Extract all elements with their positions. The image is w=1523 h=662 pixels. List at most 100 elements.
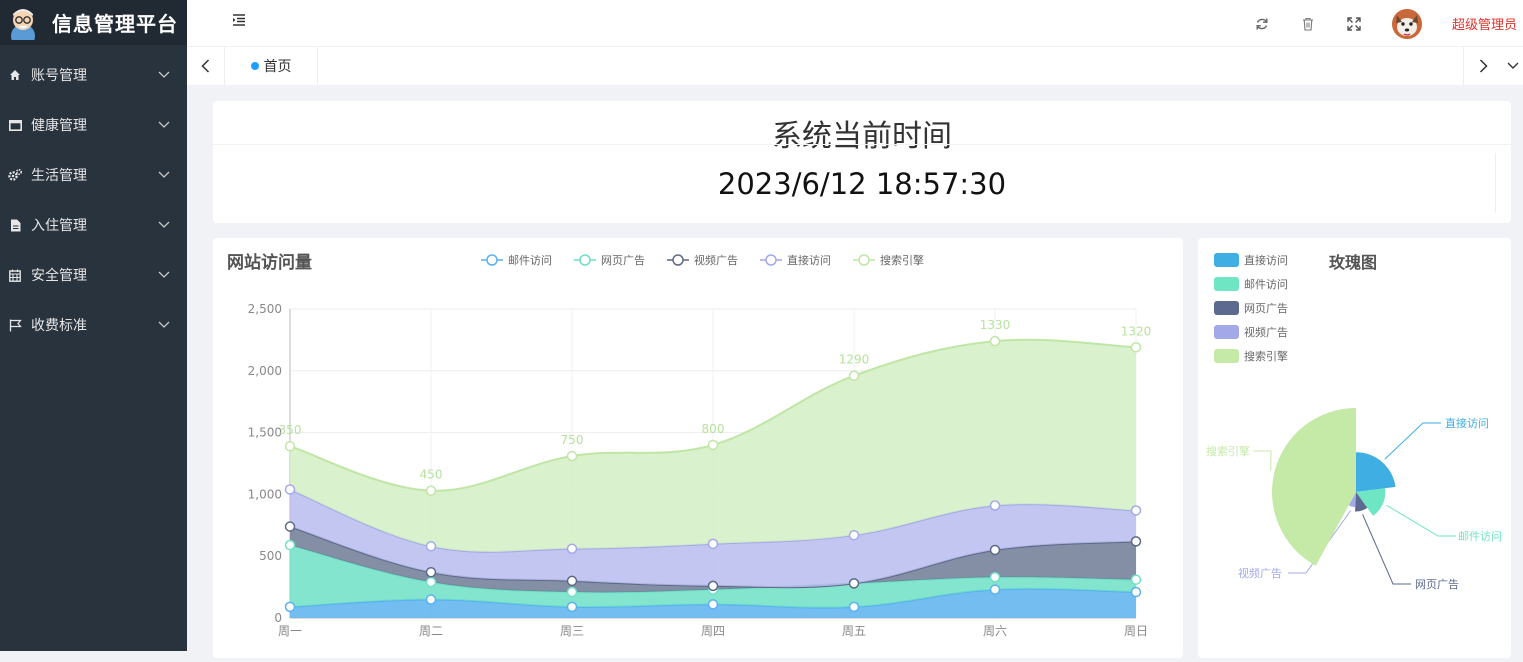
sidebar: 信息管理平台 账号管理 健康管理 生活管理 入住管理 安全管理 收费标准: [0, 0, 187, 651]
tab-menu-button[interactable]: [1503, 47, 1523, 85]
file-icon: [8, 218, 22, 232]
label-leader-line: [1384, 422, 1441, 460]
visits-chart-card: 网站访问量 邮件访问 网页广告 视频广告 直接访问 搜索引擎 0 500 1,000 1,500 2…: [213, 238, 1183, 658]
tab-home[interactable]: 首页: [225, 47, 318, 85]
app-title: 信息管理平台: [52, 12, 178, 36]
legend-item: 搜索引擎: [1214, 349, 1288, 363]
legend-label: 网页广告: [1244, 302, 1288, 315]
data-point: [848, 529, 860, 541]
data-point: [284, 521, 296, 532]
sidebar-item-account[interactable]: 账号管理: [0, 50, 187, 100]
legend-item: 邮件访问: [1214, 277, 1288, 291]
legend-label: 网页广告: [601, 254, 645, 267]
data-point: [425, 567, 437, 578]
legend-marker: [765, 254, 777, 266]
data-label: 450: [420, 468, 443, 482]
sidebar-item-fees[interactable]: 收费标准: [0, 300, 187, 350]
data-point: [284, 601, 296, 613]
sidebar-item-safety[interactable]: 安全管理: [0, 250, 187, 300]
data-point: [566, 575, 578, 587]
data-label: 800: [702, 422, 725, 436]
top-bar: 超级管理员: [187, 0, 1523, 47]
data-point: [284, 539, 296, 551]
data-label: 1330: [980, 318, 1011, 332]
data-label: 350: [279, 423, 302, 437]
visits-area-chart: 网站访问量 邮件访问 网页广告 视频广告 直接访问 搜索引擎 0 500 1,000 1,500 2…: [227, 252, 1151, 638]
user-name[interactable]: 超级管理员: [1452, 14, 1517, 33]
legend-label: 邮件访问: [508, 254, 552, 267]
data-label: 1290: [839, 353, 870, 367]
data-point: [1130, 505, 1142, 516]
data-point: [566, 586, 578, 598]
slice-label: 邮件访问: [1458, 530, 1502, 543]
legend-label: 直接访问: [787, 253, 831, 267]
user-avatar[interactable]: [1391, 8, 1422, 39]
data-point: [989, 584, 1001, 595]
trash-icon[interactable]: [1300, 16, 1316, 32]
time-card-title: 系统当前时间: [772, 119, 952, 154]
legend-label: 搜索引擎: [880, 253, 924, 267]
sidebar-menu: 账号管理 健康管理 生活管理 入住管理 安全管理 收费标准: [0, 50, 187, 350]
tab-bar: 首页: [187, 47, 1523, 85]
slice-label: 视频广告: [1238, 566, 1282, 580]
label-leader-line: [1362, 514, 1411, 585]
label-leader-line: [1386, 504, 1456, 537]
legend-item: 视频广告: [667, 253, 738, 267]
data-point: [566, 601, 578, 613]
current-time: 2023/6/12 18:57:30: [717, 167, 1007, 201]
divider: [213, 144, 1511, 145]
slice-label: 搜索引擎: [1206, 444, 1250, 458]
chevron-down-icon: [1507, 62, 1519, 69]
calendar-icon: [8, 268, 22, 282]
chart-title: 玫瑰图: [1329, 253, 1377, 272]
sidebar-item-label: 安全管理: [31, 268, 87, 284]
legend-marker: [486, 254, 498, 266]
sidebar-item-label: 收费标准: [31, 318, 87, 334]
legend-swatch: [1214, 253, 1239, 267]
y-tick-label: 1,000: [248, 487, 282, 501]
data-point: [848, 370, 860, 381]
x-tick-label: 周四: [701, 624, 725, 638]
menu-fold-icon[interactable]: [231, 12, 247, 28]
chevron-down-icon: [157, 271, 171, 279]
data-point: [566, 543, 578, 555]
data-point: [284, 440, 296, 452]
logo: 信息管理平台: [0, 0, 187, 45]
data-point: [989, 335, 1001, 347]
chevron-left-icon: [201, 59, 210, 73]
legend-item: 直接访问: [760, 253, 831, 267]
x-tick-label: 周三: [560, 624, 584, 638]
x-tick-label: 周五: [842, 624, 866, 638]
sidebar-item-checkin[interactable]: 入住管理: [0, 200, 187, 250]
monitor-icon: [8, 118, 22, 132]
chevron-down-icon: [157, 71, 171, 79]
y-tick-label: 0: [274, 611, 282, 625]
legend-swatch: [1214, 349, 1239, 363]
tab-scroll-left-button[interactable]: [187, 47, 225, 85]
fullscreen-icon[interactable]: [1346, 16, 1362, 32]
sidebar-item-health[interactable]: 健康管理: [0, 100, 187, 150]
x-tick-label: 周日: [1124, 624, 1148, 638]
tab-scroll-right-button[interactable]: [1463, 47, 1503, 85]
chevron-down-icon: [157, 321, 171, 329]
slice-label: 直接访问: [1445, 416, 1489, 430]
label-leader-line: [1253, 450, 1272, 471]
sidebar-item-label: 账号管理: [31, 68, 87, 84]
data-point: [848, 578, 860, 589]
y-tick-label: 1,500: [248, 426, 282, 440]
legend-marker: [858, 254, 870, 266]
slice-label: 网页广告: [1415, 578, 1459, 591]
refresh-icon[interactable]: [1254, 16, 1270, 32]
sidebar-item-life[interactable]: 生活管理: [0, 150, 187, 200]
sidebar-item-label: 健康管理: [31, 118, 87, 134]
chevron-down-icon: [157, 121, 171, 129]
data-point: [707, 599, 719, 610]
legend-swatch: [1214, 277, 1239, 291]
chart-title: 网站访问量: [227, 252, 312, 273]
pie-slice: [1272, 408, 1356, 566]
legend-marker: [579, 254, 591, 266]
data-point: [848, 601, 860, 613]
data-point: [1130, 342, 1142, 353]
legend-item: 网页广告: [1214, 301, 1288, 315]
chevron-right-icon: [1479, 59, 1488, 73]
